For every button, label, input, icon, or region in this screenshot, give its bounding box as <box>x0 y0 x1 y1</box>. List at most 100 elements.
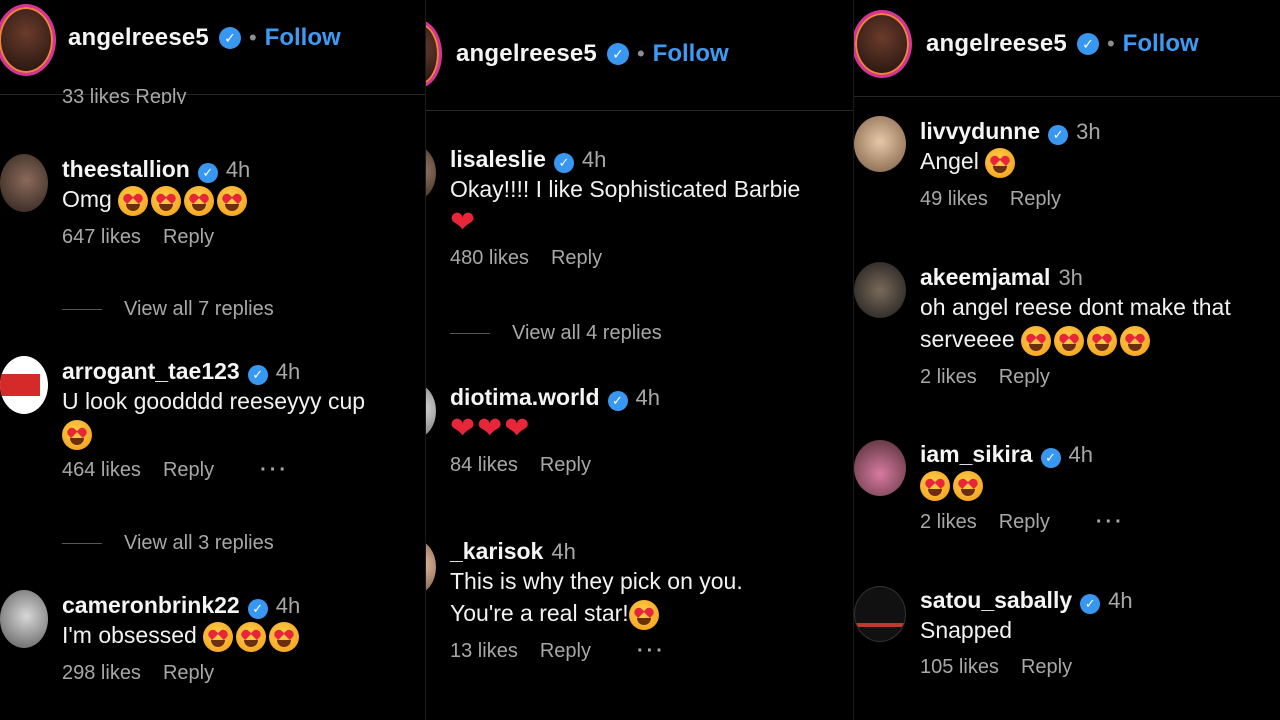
comment-text: Snapped <box>920 617 1013 643</box>
post-header: angelreese5 ✓ • Follow <box>426 0 854 108</box>
post-header: angelreese5 ✓ • Follow <box>0 0 426 92</box>
separator-dot: • <box>1106 31 1115 56</box>
like-count[interactable]: 647 likes <box>62 226 141 248</box>
comment-username[interactable]: arrogant_tae123 <box>62 358 240 384</box>
comment-username[interactable]: livvydunne <box>920 118 1040 144</box>
avatar[interactable] <box>854 440 906 496</box>
like-count[interactable]: 2 likes <box>920 366 977 388</box>
like-count[interactable]: 13 likes <box>450 640 518 662</box>
heart-eyes-emoji-icon <box>151 185 182 216</box>
reply-button[interactable]: Reply <box>540 640 591 662</box>
follow-button[interactable]: Follow <box>265 24 341 52</box>
profile-avatar[interactable] <box>0 4 56 76</box>
comment-username[interactable]: diotima.world <box>450 384 600 410</box>
heart-eyes-emoji-icon <box>1054 325 1085 356</box>
red-heart-emoji-icon: ❤ <box>450 205 476 239</box>
more-options-icon[interactable]: ··· <box>637 640 666 662</box>
comment-username[interactable]: cameronbrink22 <box>62 592 240 618</box>
verified-badge-icon: ✓ <box>218 27 241 49</box>
like-count[interactable]: 84 likes <box>450 454 518 476</box>
reply-button[interactable]: Reply <box>999 511 1050 533</box>
comment-username[interactable]: akeemjamal <box>920 264 1050 290</box>
more-options-icon[interactable]: ··· <box>1096 511 1125 533</box>
more-options-icon[interactable]: ··· <box>260 459 289 481</box>
header-username[interactable]: angelreese5 <box>68 24 209 52</box>
heart-eyes-emoji-icon <box>985 147 1016 178</box>
avatar[interactable] <box>426 146 436 200</box>
avatar[interactable] <box>854 586 906 642</box>
comment-username[interactable]: _karisok <box>450 538 543 564</box>
view-replies-button[interactable]: View all 3 replies <box>62 532 274 555</box>
comment-time: 4h <box>275 593 301 618</box>
reply-button[interactable]: Reply <box>163 226 214 248</box>
like-count[interactable]: 105 likes <box>920 656 999 678</box>
like-count[interactable]: 49 likes <box>920 188 988 210</box>
view-replies-button[interactable]: View all 4 replies <box>450 322 662 345</box>
profile-avatar[interactable] <box>854 10 912 78</box>
avatar[interactable] <box>0 590 48 648</box>
header-divider <box>854 96 1280 97</box>
reply-button[interactable]: Reply <box>551 247 602 269</box>
like-count[interactable]: 480 likes <box>450 247 529 269</box>
post-header: angelreese5 ✓ • Follow <box>854 0 1280 94</box>
comment-username[interactable]: satou_sabally <box>920 587 1072 613</box>
separator-dot: • <box>636 41 645 66</box>
heart-eyes-emoji-icon <box>236 621 267 652</box>
comment-time: 3h <box>1058 265 1083 290</box>
comment-time: 4h <box>581 147 607 172</box>
comment-text-line-2: You're a real star! <box>450 597 743 630</box>
comment-time: 3h <box>1076 119 1101 144</box>
reply-button[interactable]: Reply <box>999 366 1050 388</box>
verified-badge-icon: ✓ <box>247 364 268 385</box>
comment-text: Angel <box>920 145 1101 178</box>
comment-text: U look goodddd reeseyyy cup <box>62 388 366 414</box>
avatar[interactable] <box>0 356 48 414</box>
comment-time: 4h <box>551 539 576 564</box>
replies-line <box>62 543 102 544</box>
comment-text: Omg <box>62 183 250 216</box>
verified-badge-icon: ✓ <box>606 43 629 65</box>
like-count[interactable]: 464 likes <box>62 459 141 481</box>
header-username[interactable]: angelreese5 <box>456 40 597 68</box>
avatar[interactable] <box>0 154 48 212</box>
profile-avatar[interactable] <box>426 20 442 88</box>
verified-badge-icon: ✓ <box>607 390 628 411</box>
comment-time: 4h <box>275 359 301 384</box>
comment-item: iam_sikira ✓ 4h 2 likes Reply ··· <box>920 441 1147 534</box>
comment-text: oh angel reese dont make that <box>920 294 1231 320</box>
red-heart-emoji-icon: ❤ <box>477 411 503 445</box>
avatar[interactable] <box>426 384 436 438</box>
verified-badge-icon: ✓ <box>1040 447 1061 468</box>
heart-eyes-emoji-icon <box>920 470 950 501</box>
view-replies-button[interactable]: View all 7 replies <box>62 298 274 321</box>
comment-item: cameronbrink22 ✓ 4h I'm obsessed 298 likes… <box>62 592 302 685</box>
avatar[interactable] <box>426 540 436 594</box>
comment-item: livvydunne ✓ 3h Angel 49 likes Reply <box>920 118 1101 211</box>
avatar[interactable] <box>854 116 906 172</box>
follow-button[interactable]: Follow <box>1123 30 1199 58</box>
reply-button[interactable]: Reply <box>163 459 214 481</box>
comment-username[interactable]: theestallion <box>62 156 190 182</box>
header-divider <box>426 110 854 111</box>
header-username[interactable]: angelreese5 <box>926 30 1067 58</box>
reply-button[interactable]: Reply <box>1010 188 1061 210</box>
reply-button[interactable]: Reply <box>1021 656 1072 678</box>
replies-line <box>62 309 102 310</box>
heart-eyes-emoji-icon <box>203 621 234 652</box>
comment-username[interactable]: lisaleslie <box>450 146 546 172</box>
verified-badge-icon: ✓ <box>1076 33 1099 55</box>
reply-button[interactable]: Reply <box>540 454 591 476</box>
comment-text: Okay!!!! I like Sophisticated Barbie <box>450 176 801 202</box>
comment-username[interactable]: iam_sikira <box>920 441 1033 467</box>
red-heart-emoji-icon: ❤ <box>450 411 476 445</box>
like-count[interactable]: 2 likes <box>920 511 977 533</box>
comment-time: 4h <box>1108 588 1133 613</box>
verified-badge-icon: ✓ <box>1048 124 1069 145</box>
avatar[interactable] <box>854 262 906 318</box>
red-heart-emoji-icon: ❤ <box>504 411 530 445</box>
comment-text <box>920 468 1147 501</box>
follow-button[interactable]: Follow <box>653 40 729 68</box>
replies-line <box>450 333 490 334</box>
like-count[interactable]: 298 likes <box>62 662 141 684</box>
reply-button[interactable]: Reply <box>163 662 214 684</box>
